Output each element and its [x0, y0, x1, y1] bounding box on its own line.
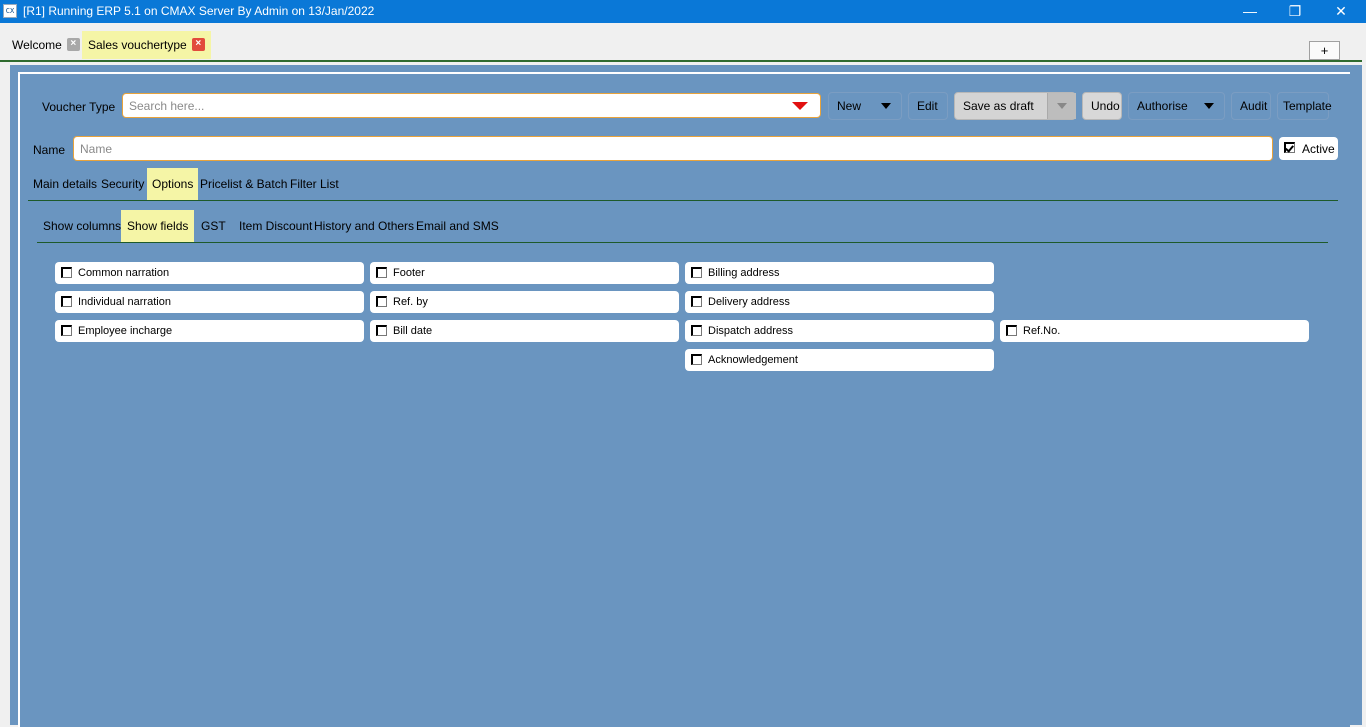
tab-sales-vouchertype[interactable]: Sales vouchertype × — [82, 31, 211, 59]
checkbox[interactable] — [691, 354, 702, 365]
checkbox[interactable] — [1006, 325, 1017, 336]
checkbox[interactable] — [691, 325, 702, 336]
field-dispatch-address[interactable]: Dispatch address — [685, 320, 994, 342]
close-icon[interactable]: × — [191, 38, 205, 52]
new-button[interactable]: New — [828, 92, 902, 120]
close-icon[interactable]: × — [66, 38, 80, 52]
tab-welcome-label: Welcome — [12, 38, 62, 52]
new-button-label: New — [837, 99, 862, 113]
add-tab-button[interactable]: + — [1309, 41, 1340, 60]
tab-show-fields[interactable]: Show fields — [121, 210, 195, 242]
tab-sales-vouchertype-label: Sales vouchertype — [88, 38, 187, 52]
voucher-type-search[interactable] — [122, 93, 821, 118]
field-employee-incharge[interactable]: Employee incharge — [55, 320, 364, 342]
checkbox[interactable] — [61, 267, 72, 278]
voucher-type-label: Voucher Type — [42, 100, 116, 114]
tab-email-and-sms[interactable]: Email and SMS — [410, 210, 505, 242]
chevron-down-icon — [881, 103, 891, 109]
field-label: Dispatch address — [708, 325, 793, 337]
main-tabs-divider — [28, 200, 1338, 201]
field-label: Individual narration — [78, 296, 171, 308]
tab-main-details[interactable]: Main details — [28, 168, 102, 200]
dropdown-arrow-icon[interactable] — [792, 102, 808, 110]
active-label: Active — [1302, 142, 1335, 156]
authorise-button[interactable]: Authorise — [1128, 92, 1225, 120]
tab-gst[interactable]: GST — [195, 210, 232, 242]
checkbox[interactable] — [376, 267, 387, 278]
name-input[interactable] — [80, 141, 1260, 157]
field-delivery-address[interactable]: Delivery address — [685, 291, 994, 313]
audit-button[interactable]: Audit — [1231, 92, 1271, 120]
chevron-down-icon — [1204, 103, 1214, 109]
checkbox[interactable] — [61, 296, 72, 307]
close-window-button[interactable]: ✕ — [1318, 0, 1364, 23]
window-title: [R1] Running ERP 5.1 on CMAX Server By A… — [23, 4, 375, 18]
authorise-button-label: Authorise — [1137, 99, 1188, 113]
sub-tabs-divider — [37, 242, 1328, 243]
tab-item-discount[interactable]: Item Discount — [233, 210, 318, 242]
field-label: Acknowledgement — [708, 354, 798, 366]
tab-welcome[interactable]: Welcome × — [6, 31, 86, 59]
save-options-dropdown[interactable] — [1047, 93, 1076, 119]
title-bar: CX [R1] Running ERP 5.1 on CMAX Server B… — [0, 0, 1366, 23]
field-common-narration[interactable]: Common narration — [55, 262, 364, 284]
name-label: Name — [33, 143, 66, 157]
field-label: Ref.No. — [1023, 325, 1061, 337]
save-as-draft-button[interactable]: Save as draft — [954, 92, 1076, 120]
checkbox[interactable] — [61, 325, 72, 336]
minimize-button[interactable]: — — [1227, 0, 1273, 23]
checkbox[interactable] — [691, 267, 702, 278]
active-toggle[interactable]: Active — [1279, 137, 1338, 160]
checkbox[interactable] — [376, 296, 387, 307]
field-footer[interactable]: Footer — [370, 262, 679, 284]
checkbox[interactable] — [691, 296, 702, 307]
tab-pricelist-batch[interactable]: Pricelist & Batch — [195, 168, 292, 200]
field-acknowledgement[interactable]: Acknowledgement — [685, 349, 994, 371]
field-label: Employee incharge — [78, 325, 173, 337]
tabstrip-divider — [0, 60, 1362, 62]
save-as-draft-label: Save as draft — [963, 99, 1034, 113]
tab-filter-list[interactable]: Filter List — [285, 168, 344, 200]
edit-button[interactable]: Edit — [908, 92, 948, 120]
field-label: Billing address — [708, 267, 780, 279]
chevron-down-icon — [1057, 103, 1067, 109]
field-label: Footer — [393, 267, 425, 279]
tab-history-and-others[interactable]: History and Others — [308, 210, 420, 242]
field-label: Ref. by — [393, 296, 428, 308]
field-billing-address[interactable]: Billing address — [685, 262, 994, 284]
app-icon: CX — [3, 4, 17, 18]
field-ref-by[interactable]: Ref. by — [370, 291, 679, 313]
field-label: Common narration — [78, 267, 170, 279]
field-ref-no[interactable]: Ref.No. — [1000, 320, 1309, 342]
field-individual-narration[interactable]: Individual narration — [55, 291, 364, 313]
maximize-button[interactable]: ❐ — [1272, 0, 1318, 23]
tab-security[interactable]: Security — [96, 168, 149, 200]
active-checkbox[interactable] — [1284, 142, 1295, 153]
tab-options[interactable]: Options — [147, 168, 199, 200]
name-field[interactable] — [73, 136, 1273, 161]
document-tabstrip: Welcome × Sales vouchertype × + — [0, 23, 1366, 61]
search-input[interactable] — [129, 98, 769, 114]
field-label: Delivery address — [708, 296, 790, 308]
checkbox[interactable] — [376, 325, 387, 336]
field-label: Bill date — [393, 325, 433, 337]
tab-show-columns[interactable]: Show columns — [37, 210, 127, 242]
field-bill-date[interactable]: Bill date — [370, 320, 679, 342]
template-button[interactable]: Template — [1277, 92, 1332, 120]
undo-button[interactable]: Undo — [1082, 92, 1122, 120]
